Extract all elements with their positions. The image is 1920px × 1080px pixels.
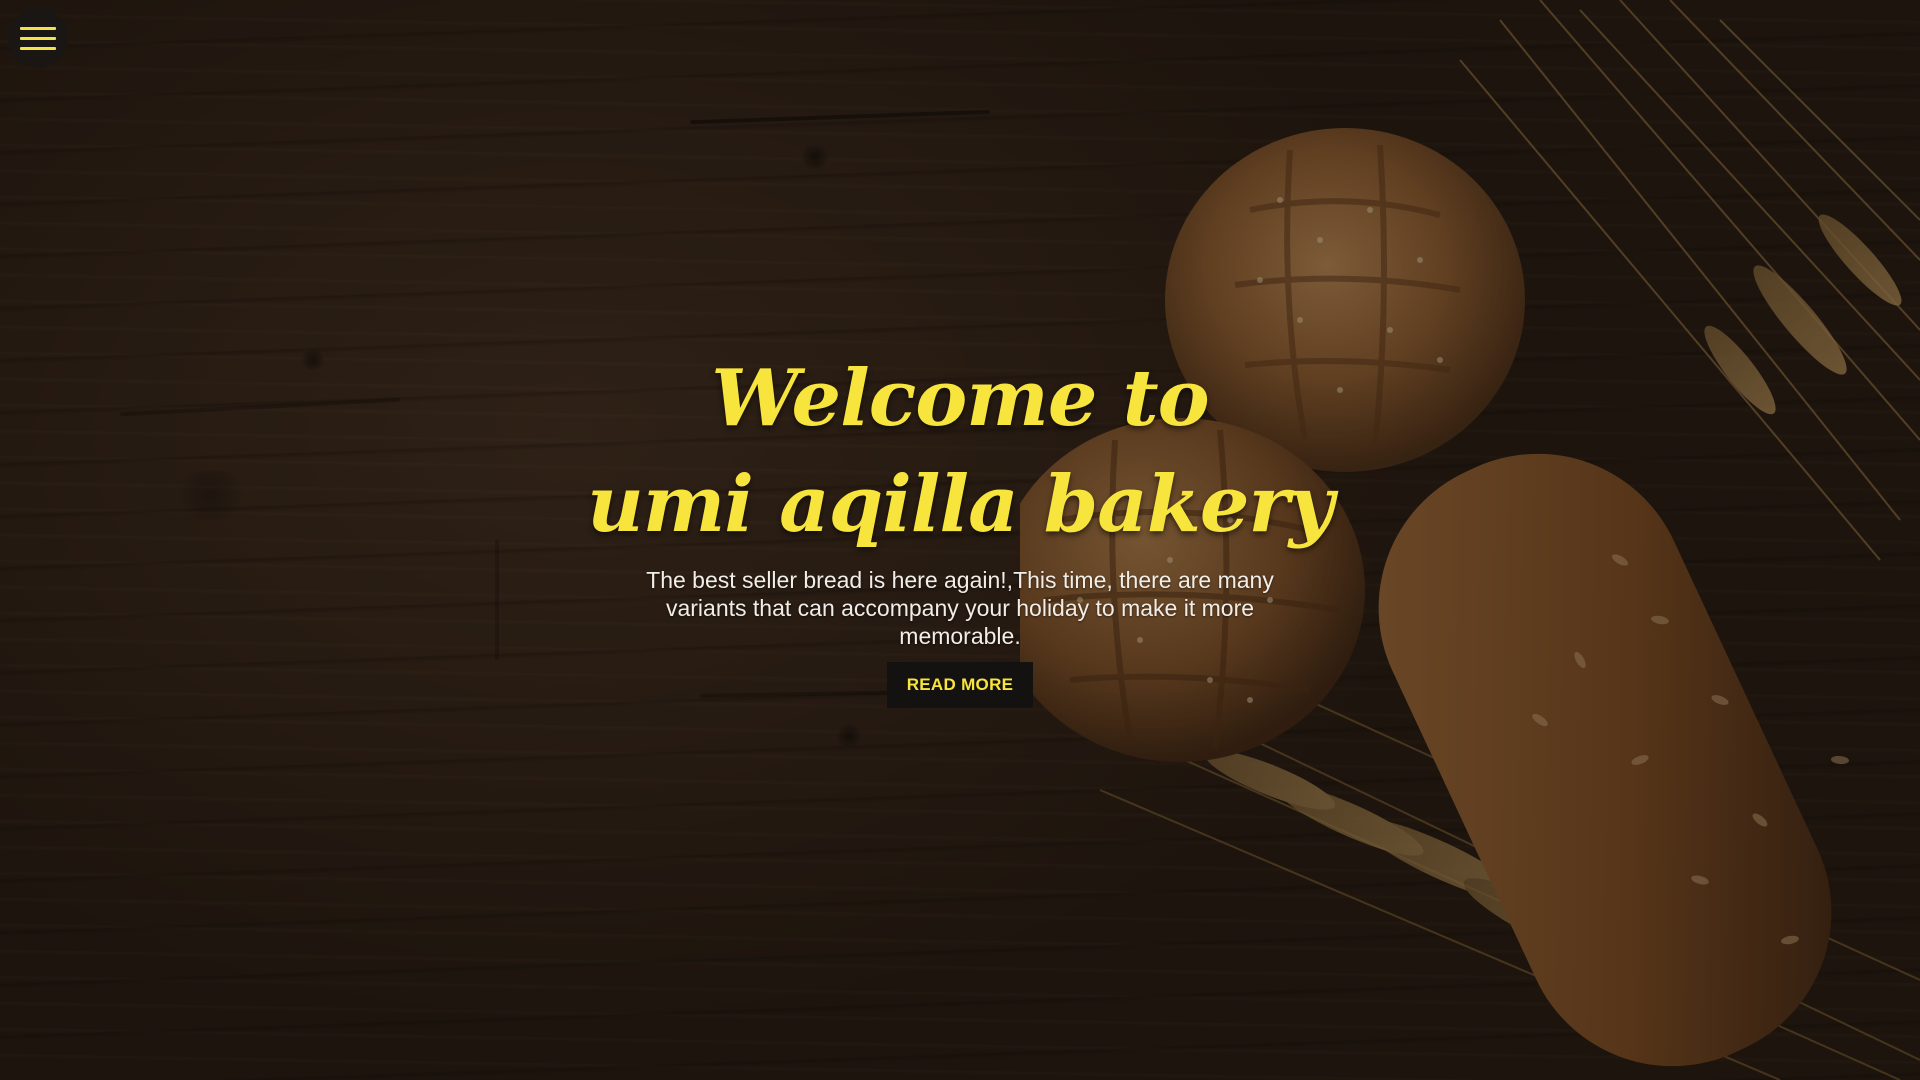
- hero-tagline: The best seller bread is here again!,Thi…: [646, 567, 1274, 649]
- hero-title-line-2: umi aqilla bakery: [587, 459, 1334, 550]
- hero-section: Welcome to umi aqilla bakery The best se…: [0, 0, 1920, 1080]
- hamburger-menu-icon: [20, 46, 56, 50]
- menu-button[interactable]: [8, 8, 68, 68]
- hamburger-menu-icon: [20, 26, 56, 30]
- hamburger-menu-icon: [20, 36, 56, 40]
- read-more-button[interactable]: READ MORE: [886, 662, 1034, 708]
- hero-content: Welcome to umi aqilla bakery The best se…: [0, 360, 1920, 708]
- hero-title-line-1: Welcome to: [711, 353, 1209, 444]
